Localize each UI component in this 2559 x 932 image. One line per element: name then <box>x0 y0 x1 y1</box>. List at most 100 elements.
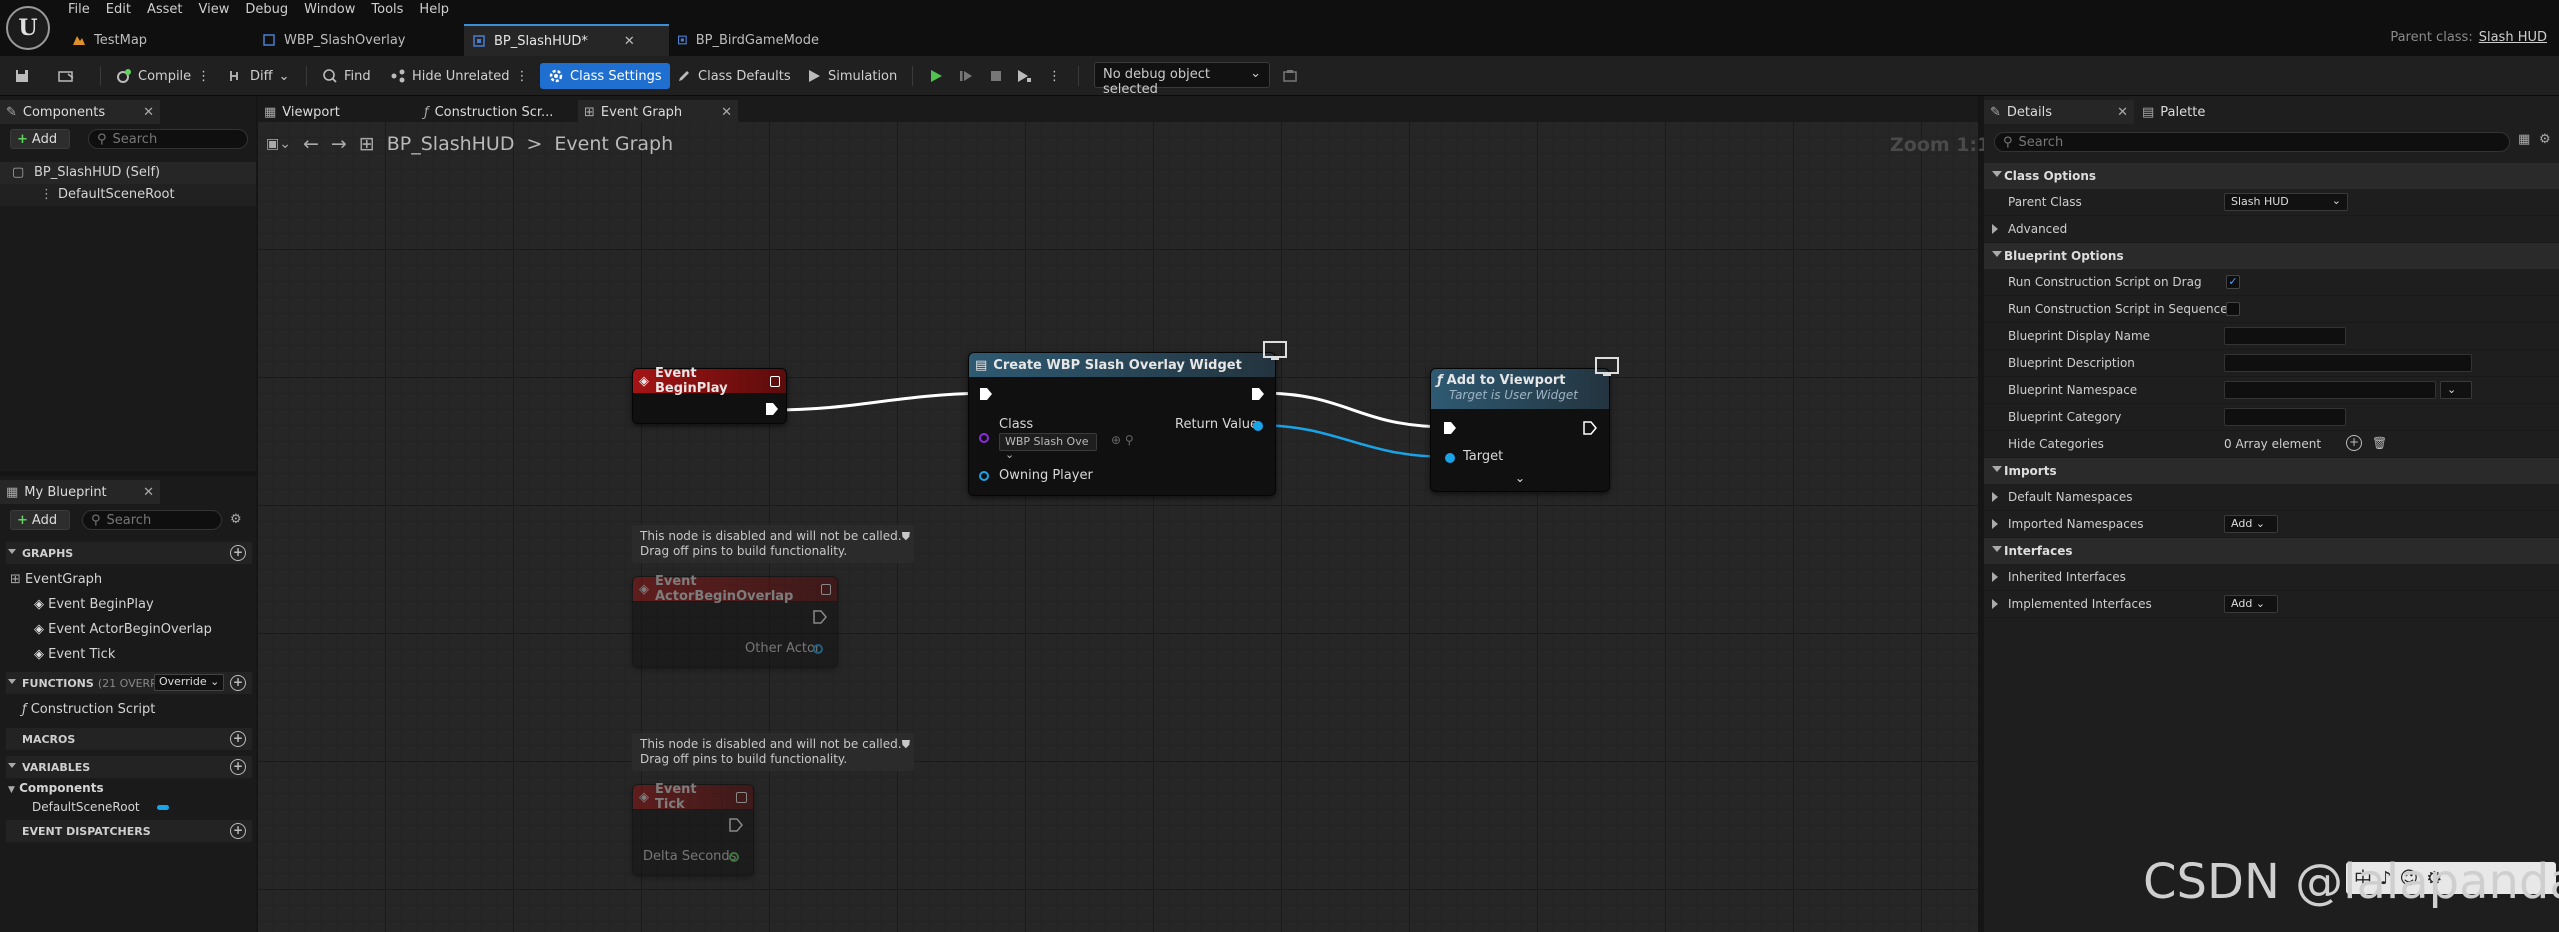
comment-pin-icon[interactable]: ⛊ <box>902 529 910 544</box>
gear-icon[interactable]: ⚙ <box>2539 132 2551 147</box>
blueprint-options-section[interactable]: Blueprint Options <box>1984 243 2559 269</box>
comment-pin-icon[interactable]: ⛊ <box>902 737 910 752</box>
functions-section[interactable]: FUNCTIONS (21 OVERRI Override ⌄ + <box>6 672 252 694</box>
node-event-tick[interactable]: ◈ Event Tick Delta Seconds <box>632 782 754 876</box>
property-matrix-icon[interactable]: ▦ <box>2518 132 2530 147</box>
class-pin-icon[interactable] <box>979 433 989 443</box>
expand-triangle-icon[interactable] <box>1992 519 1998 529</box>
add-macro-icon[interactable]: + <box>230 731 246 747</box>
delegate-pin-icon[interactable] <box>736 791 747 803</box>
event-item-actorbeginoverlap[interactable]: ◈ Event ActorBeginOverlap <box>34 622 212 637</box>
run-on-drag-checkbox[interactable]: ✓ <box>2226 275 2240 289</box>
node-add-to-viewport[interactable]: ƒ Add to Viewport Target is User Widget T… <box>1430 368 1610 492</box>
forward-arrow-icon[interactable]: → <box>331 133 347 155</box>
node-create-widget[interactable]: ▤ Create WBP Slash Overlay Widget Class … <box>968 352 1276 496</box>
tab-testmap[interactable]: TestMap <box>64 24 254 56</box>
add-member-button[interactable]: + Add <box>10 510 70 530</box>
gear-icon[interactable]: ⚙ <box>230 512 242 527</box>
parent-class-link[interactable]: Slash HUD <box>2479 30 2547 45</box>
diff-button[interactable]: Diff ⌄ <box>228 63 290 89</box>
macros-section[interactable]: MACROS + <box>6 728 252 750</box>
description-input[interactable] <box>2224 354 2472 372</box>
target-pin[interactable] <box>1445 453 1455 463</box>
node-event-actorbeginoverlap[interactable]: ◈ Event ActorBeginOverlap Other Actor <box>632 574 838 668</box>
variables-section[interactable]: VARIABLES + <box>6 756 252 778</box>
close-icon[interactable]: ✕ <box>2117 105 2128 120</box>
save-button[interactable] <box>14 63 30 89</box>
play-button[interactable] <box>928 63 944 89</box>
exec-out-pin[interactable] <box>765 402 779 416</box>
my-blueprint-search-input[interactable]: ⚲ Search <box>82 510 222 530</box>
tab-bp-birdgamemode[interactable]: BP_BirdGameMode <box>669 24 829 56</box>
add-function-icon[interactable]: + <box>230 675 246 691</box>
components-category[interactable]: ▼ Components <box>8 781 104 795</box>
menu-window[interactable]: Window <box>300 0 367 20</box>
tab-viewport[interactable]: ▦ Viewport <box>258 100 413 124</box>
add-graph-icon[interactable]: + <box>230 545 246 561</box>
event-graph-item[interactable]: ⊞ EventGraph <box>10 572 102 587</box>
component-child-row[interactable]: ⋮ DefaultSceneRoot <box>0 184 256 206</box>
close-icon[interactable]: ✕ <box>624 34 635 49</box>
run-in-sequencer-checkbox[interactable] <box>2226 302 2240 316</box>
hide-unrelated-button[interactable]: Hide Unrelated ⋮ <box>390 63 529 89</box>
component-root-row[interactable]: ▢ BP_SlashHUD (Self) <box>0 162 256 184</box>
kebab-icon[interactable]: ⋮ <box>197 69 210 84</box>
tab-details[interactable]: ✎ Details ✕ <box>1984 100 2134 124</box>
play-options-kebab[interactable]: ⋮ <box>1048 63 1061 89</box>
debug-filter-button[interactable] <box>1282 63 1298 89</box>
trash-icon[interactable]: 🗑 <box>2372 436 2387 450</box>
back-arrow-icon[interactable]: ← <box>303 133 319 155</box>
class-defaults-button[interactable]: Class Defaults <box>676 63 791 89</box>
exec-out-pin[interactable] <box>729 818 743 832</box>
add-namespace-button[interactable]: Add ⌄ <box>2224 515 2278 533</box>
compile-button[interactable]: Compile ⋮ <box>116 63 210 89</box>
default-namespaces-row[interactable]: Default Namespaces <box>1984 484 2559 511</box>
exec-out-pin[interactable] <box>1251 387 1265 401</box>
menu-help[interactable]: Help <box>415 0 461 20</box>
menu-tools[interactable]: Tools <box>367 0 415 20</box>
tab-construction-script[interactable]: ƒ Construction Scr... <box>418 100 573 124</box>
exec-in-pin[interactable] <box>1443 421 1457 435</box>
inherited-interfaces-row[interactable]: Inherited Interfaces <box>1984 564 2559 591</box>
variable-item-defaultsceneroot[interactable]: DefaultSceneRoot <box>32 800 170 814</box>
simulation-button[interactable]: Simulation <box>806 63 897 89</box>
delegate-pin-icon[interactable] <box>821 583 831 595</box>
category-input[interactable] <box>2224 408 2346 426</box>
exec-in-pin[interactable] <box>979 387 993 401</box>
breadcrumb-leaf[interactable]: Event Graph <box>554 133 673 155</box>
tab-my-blueprint[interactable]: ▦ My Blueprint ✕ <box>0 480 160 504</box>
menu-debug[interactable]: Debug <box>241 0 300 20</box>
display-name-input[interactable] <box>2224 327 2346 345</box>
find-button[interactable]: Find <box>322 63 371 89</box>
eject-button[interactable] <box>1016 63 1032 89</box>
class-value-dropdown[interactable]: WBP Slash Ove ⌄ <box>999 433 1097 461</box>
menu-file[interactable]: File <box>64 0 102 20</box>
debug-object-select[interactable]: No debug object selected ⌄ <box>1094 62 1270 97</box>
add-variable-icon[interactable]: + <box>230 759 246 775</box>
graph-options-icon[interactable]: ▣⌄ <box>266 136 291 152</box>
event-item-beginplay[interactable]: ◈ Event BeginPlay <box>34 597 154 612</box>
imports-section[interactable]: Imports <box>1984 458 2559 484</box>
chevron-down-icon[interactable]: ⌄ <box>1515 471 1525 485</box>
browse-button[interactable] <box>58 63 74 89</box>
close-icon[interactable]: ✕ <box>721 105 732 120</box>
step-button[interactable] <box>958 63 974 89</box>
add-dispatcher-icon[interactable]: + <box>230 823 246 839</box>
menu-edit[interactable]: Edit <box>102 0 143 20</box>
unreal-logo-icon[interactable]: U <box>6 6 50 50</box>
close-icon[interactable]: ✕ <box>143 485 154 500</box>
add-element-icon[interactable]: + <box>2346 435 2362 451</box>
add-component-button[interactable]: + Add <box>10 129 70 149</box>
delegate-pin-icon[interactable] <box>769 375 780 387</box>
stop-button[interactable] <box>988 63 1004 89</box>
browse-asset-icon[interactable]: ⊕ ⚲ <box>1111 433 1134 447</box>
namespace-input[interactable] <box>2224 381 2436 399</box>
menu-asset[interactable]: Asset <box>143 0 195 20</box>
tab-palette[interactable]: ▤ Palette <box>2136 100 2286 124</box>
exec-out-pin[interactable] <box>813 610 827 624</box>
event-item-tick[interactable]: ◈ Event Tick <box>34 647 115 662</box>
class-settings-button[interactable]: Class Settings <box>540 63 670 89</box>
construction-script-item[interactable]: ƒ Construction Script <box>22 702 155 717</box>
override-dropdown[interactable]: Override ⌄ <box>154 674 225 691</box>
advanced-row[interactable]: Advanced <box>1984 216 2559 243</box>
